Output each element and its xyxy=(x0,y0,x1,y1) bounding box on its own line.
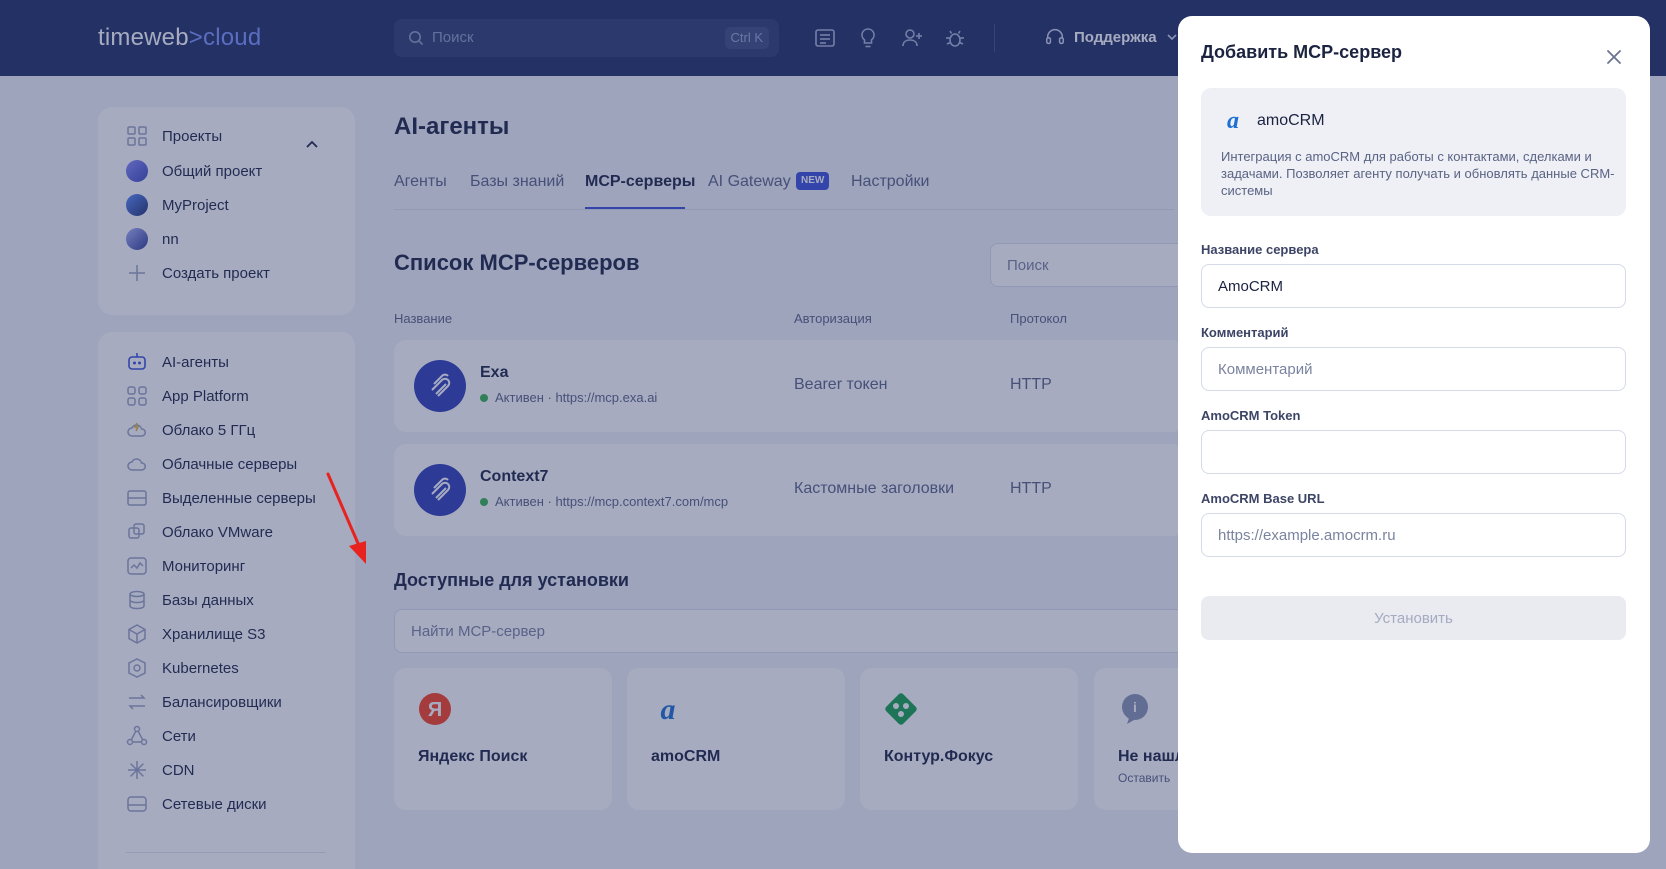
modal-title: Добавить MCP-сервер xyxy=(1201,42,1403,62)
install-button[interactable]: Установить xyxy=(1201,596,1626,640)
base-url-input[interactable] xyxy=(1201,513,1626,557)
integration-info: a amoCRM Интеграция с amoCRM для работы … xyxy=(1201,88,1626,216)
token-input[interactable] xyxy=(1201,430,1626,474)
comment-label: Комментарий xyxy=(1201,325,1289,340)
token-label: AmoCRM Token xyxy=(1201,408,1301,423)
base-url-label: AmoCRM Base URL xyxy=(1201,491,1325,506)
integration-name: amoCRM xyxy=(1257,112,1325,129)
add-mcp-server-modal: Добавить MCP-сервер a amoCRM Интеграция … xyxy=(1178,16,1650,853)
amocrm-icon: a xyxy=(1227,108,1239,132)
server-name-input[interactable] xyxy=(1201,264,1626,308)
annotation-arrow-icon xyxy=(326,472,366,564)
svg-text:a: a xyxy=(1227,108,1239,132)
integration-description: Интеграция с amoCRM для работы с контакт… xyxy=(1221,149,1615,198)
comment-input[interactable] xyxy=(1201,347,1626,391)
close-icon[interactable] xyxy=(1605,48,1623,66)
server-name-label: Название сервера xyxy=(1201,242,1319,257)
